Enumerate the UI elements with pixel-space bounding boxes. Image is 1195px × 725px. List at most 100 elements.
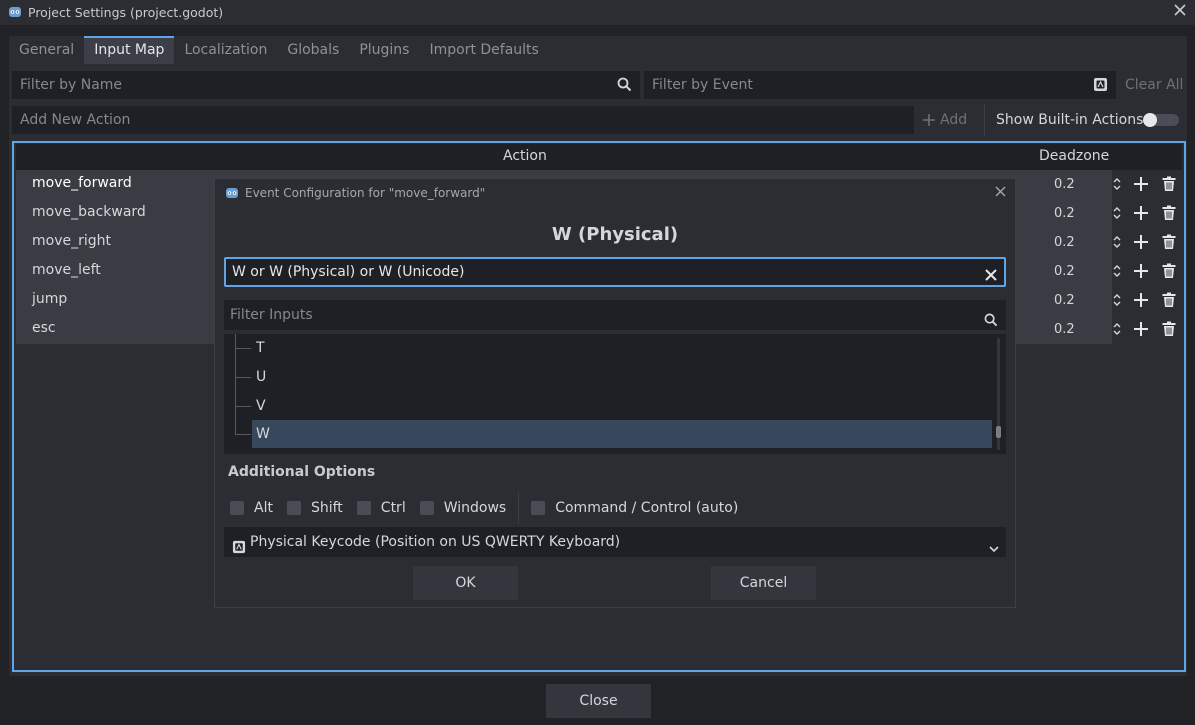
alt-checkbox[interactable]: Alt [230, 500, 273, 516]
add-event-icon[interactable] [1133, 234, 1149, 254]
add-action-button[interactable]: Add [922, 112, 967, 128]
tab-localization[interactable]: Localization [174, 36, 277, 64]
cancel-button[interactable]: Cancel [711, 566, 816, 600]
godot-logo-icon [226, 188, 238, 198]
remove-action-icon[interactable] [1161, 176, 1177, 196]
spin-arrows-icon[interactable] [1112, 322, 1122, 344]
deadzone-spinbox[interactable]: 0.2 [1038, 203, 1126, 225]
remove-action-icon[interactable] [1161, 205, 1177, 225]
key-label: U [256, 369, 267, 385]
additional-options-title: Additional Options [228, 464, 376, 480]
deadzone-value: 0.2 [1054, 293, 1075, 308]
add-event-icon[interactable] [1133, 205, 1149, 225]
clear-all-button[interactable]: Clear All [1125, 77, 1183, 93]
divider [984, 104, 985, 136]
dialog-title: Event Configuration for "move_forward" [245, 186, 486, 200]
ok-button[interactable]: OK [413, 566, 518, 600]
dialog-close-icon[interactable] [994, 185, 1007, 202]
window-titlebar: Project Settings (project.godot) [0, 0, 1195, 25]
selection-highlight [252, 420, 992, 448]
modifier-label: Command / Control (auto) [555, 500, 739, 516]
windows-checkbox[interactable]: Windows [419, 500, 506, 516]
shift-checkbox[interactable]: Shift [286, 500, 343, 516]
filter-by-name-placeholder: Filter by Name [20, 77, 123, 93]
tab-import-defaults[interactable]: Import Defaults [419, 36, 548, 64]
keycode-mode-value: Physical Keycode (Position on US QWERTY … [250, 534, 621, 550]
action-name: move_right [32, 233, 111, 249]
action-name: move_left [32, 262, 101, 278]
remove-action-icon[interactable] [1161, 263, 1177, 283]
command-control-checkbox[interactable]: Command / Control (auto) [531, 500, 738, 516]
dialog-titlebar: Event Configuration for "move_forward" [225, 186, 485, 200]
spin-arrows-icon[interactable] [1112, 177, 1122, 199]
checkbox-box [356, 501, 371, 515]
close-button[interactable]: Close [546, 684, 651, 718]
chevron-down-icon [988, 536, 1000, 566]
remove-action-icon[interactable] [1161, 321, 1177, 341]
column-header-deadzone: Deadzone [1039, 148, 1110, 164]
filter-by-event-placeholder: Filter by Event [652, 77, 753, 93]
modifier-options: Alt Shift Ctrl Windows Command / Control… [230, 492, 752, 524]
action-name: esc [32, 320, 56, 336]
add-event-icon[interactable] [1133, 176, 1149, 196]
tree-branch [235, 377, 251, 378]
action-name: move_forward [32, 175, 132, 191]
physical-key-icon [232, 535, 246, 565]
spin-arrows-icon[interactable] [1112, 235, 1122, 257]
spin-arrows-icon[interactable] [1112, 293, 1122, 315]
filter-inputs-field[interactable]: Filter Inputs [224, 300, 1006, 330]
clear-event-icon[interactable] [984, 265, 998, 291]
column-header-action: Action [503, 148, 547, 164]
window-close-icon[interactable] [1173, 3, 1189, 19]
modifier-label: Alt [254, 500, 273, 516]
keycode-mode-select[interactable]: Physical Keycode (Position on US QWERTY … [224, 527, 1006, 557]
tree-branch [235, 348, 251, 349]
show-builtin-toggle[interactable] [1143, 113, 1179, 127]
deadzone-spinbox[interactable]: 0.2 [1038, 261, 1126, 283]
checkbox-box [230, 501, 244, 515]
scrollbar-thumb[interactable] [996, 426, 1001, 438]
add-event-icon[interactable] [1133, 321, 1149, 341]
input-key-tree: T U V W [224, 334, 1006, 454]
ctrl-checkbox[interactable]: Ctrl [356, 500, 406, 516]
key-label: T [256, 340, 265, 356]
add-event-icon[interactable] [1133, 292, 1149, 312]
list-item[interactable]: V [224, 392, 996, 421]
list-item-selected[interactable]: W [224, 420, 996, 449]
filter-by-name-input[interactable]: Filter by Name [12, 71, 640, 99]
tab-plugins[interactable]: Plugins [349, 36, 419, 64]
tree-scrollbar[interactable] [996, 338, 1001, 450]
godot-logo-icon [8, 5, 22, 23]
tab-globals[interactable]: Globals [277, 36, 349, 64]
deadzone-spinbox[interactable]: 0.2 [1038, 290, 1126, 312]
add-new-action-placeholder: Add New Action [20, 112, 131, 128]
event-configuration-dialog: Event Configuration for "move_forward" W… [214, 178, 1016, 608]
add-event-icon[interactable] [1133, 263, 1149, 283]
deadzone-value: 0.2 [1054, 177, 1075, 192]
search-icon [617, 77, 632, 96]
filter-by-event-input[interactable]: Filter by Event [644, 71, 1116, 99]
plus-icon [923, 114, 935, 126]
deadzone-value: 0.2 [1054, 264, 1075, 279]
spin-arrows-icon[interactable] [1112, 206, 1122, 228]
add-new-action-input[interactable]: Add New Action [12, 106, 914, 134]
deadzone-spinbox[interactable]: 0.2 [1038, 319, 1126, 341]
remove-action-icon[interactable] [1161, 234, 1177, 254]
event-listener-field[interactable]: W or W (Physical) or W (Unicode) [224, 257, 1006, 287]
checkbox-box [286, 501, 301, 515]
list-item[interactable]: U [224, 363, 996, 392]
divider [518, 492, 520, 524]
tree-branch [235, 406, 251, 407]
remove-action-icon[interactable] [1161, 292, 1177, 312]
action-name: jump [32, 291, 68, 307]
checkbox-box [419, 501, 434, 515]
deadzone-value: 0.2 [1054, 235, 1075, 250]
toggle-knob [1143, 113, 1157, 127]
keyboard-listen-icon[interactable] [1093, 77, 1108, 96]
list-item[interactable]: T [224, 334, 996, 363]
tab-input-map[interactable]: Input Map [84, 36, 175, 64]
deadzone-spinbox[interactable]: 0.2 [1038, 174, 1126, 196]
spin-arrows-icon[interactable] [1112, 264, 1122, 286]
tab-general[interactable]: General [9, 36, 84, 64]
deadzone-spinbox[interactable]: 0.2 [1038, 232, 1126, 254]
